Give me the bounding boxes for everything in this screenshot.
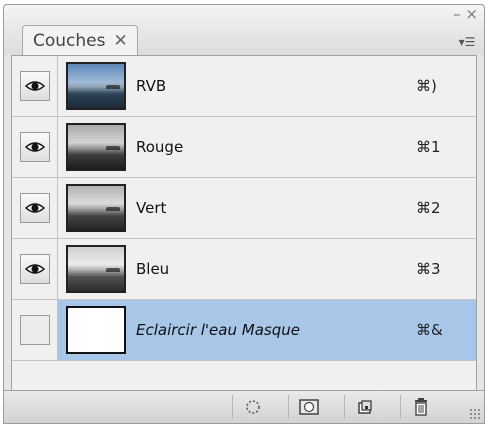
- visibility-cell: [12, 300, 58, 360]
- channel-thumbnail: [66, 123, 126, 171]
- channel-name: RVB: [136, 77, 167, 95]
- channel-name: Rouge: [136, 138, 184, 156]
- channel-thumbnail: [66, 306, 126, 354]
- delete-channel-button[interactable]: [400, 395, 440, 419]
- tab-channels[interactable]: Couches ✕: [22, 25, 138, 55]
- eye-icon: [24, 203, 45, 213]
- channel-name: Bleu: [136, 260, 170, 278]
- resize-grip-icon[interactable]: [469, 408, 481, 420]
- visibility-cell: [12, 239, 58, 299]
- eye-icon: [24, 142, 45, 152]
- eye-icon: [24, 264, 45, 274]
- close-panel-button[interactable]: ×: [465, 5, 478, 23]
- channel-list: RVB ⌘) Rouge ⌘1 Vert ⌘2 Bleu ⌘3 Eclaircir l'eau …: [11, 55, 477, 392]
- visibility-toggle[interactable]: [19, 132, 50, 162]
- channel-name: Vert: [136, 199, 167, 217]
- trash-icon: [414, 398, 427, 416]
- channels-panel: – × Couches ✕ ▾☰ RVB ⌘) Rouge ⌘1 Vert ⌘2 Bleu ⌘…: [3, 4, 485, 424]
- tab-label: Couches: [33, 30, 106, 51]
- channel-shortcut: ⌘3: [416, 260, 441, 278]
- window-buttons: – ×: [453, 5, 478, 23]
- tab-close-icon[interactable]: ✕: [113, 31, 127, 51]
- channel-name: Eclaircir l'eau Masque: [136, 321, 300, 339]
- visibility-toggle[interactable]: [19, 193, 50, 223]
- minimize-button[interactable]: –: [453, 5, 461, 23]
- channel-shortcut: ⌘1: [416, 138, 441, 156]
- load-selection-icon: [245, 400, 260, 414]
- channel-row[interactable]: Vert ⌘2: [12, 178, 476, 239]
- visibility-cell: [12, 117, 58, 177]
- load-selection-button[interactable]: [232, 395, 272, 419]
- panel-menu-icon[interactable]: ▾☰: [454, 32, 480, 52]
- eye-icon: [24, 81, 45, 91]
- channel-thumbnail: [66, 245, 126, 293]
- channel-row[interactable]: Eclaircir l'eau Masque ⌘&: [12, 300, 476, 361]
- panel-bottom-bar: [4, 390, 484, 423]
- channel-thumbnail: [66, 62, 126, 110]
- channel-thumbnail: [66, 184, 126, 232]
- save-selection-button[interactable]: [288, 395, 328, 419]
- channel-row[interactable]: Bleu ⌘3: [12, 239, 476, 300]
- visibility-cell: [12, 56, 58, 116]
- new-channel-button[interactable]: [344, 395, 384, 419]
- channel-row[interactable]: Rouge ⌘1: [12, 117, 476, 178]
- save-selection-icon: [298, 399, 319, 415]
- channel-shortcut: ⌘2: [416, 199, 441, 217]
- channel-row[interactable]: RVB ⌘): [12, 56, 476, 117]
- visibility-toggle[interactable]: [19, 315, 50, 345]
- panel-titlebar: – × Couches ✕ ▾☰: [4, 5, 484, 55]
- visibility-cell: [12, 178, 58, 238]
- new-channel-icon: [357, 400, 372, 414]
- visibility-toggle[interactable]: [19, 71, 50, 101]
- channel-shortcut: ⌘&: [416, 321, 443, 339]
- visibility-toggle[interactable]: [19, 254, 50, 284]
- channel-shortcut: ⌘): [416, 77, 437, 95]
